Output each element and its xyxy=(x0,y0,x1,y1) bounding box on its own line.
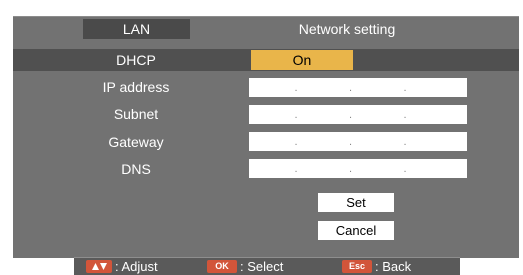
ip-octet-1: . xyxy=(294,82,298,94)
gateway-label: Gateway xyxy=(108,134,164,150)
subnet-octet-2: . xyxy=(348,109,352,121)
dns-octet-1: . xyxy=(294,163,298,175)
dhcp-label: DHCP xyxy=(116,52,156,68)
gateway-field[interactable]: .... xyxy=(249,132,467,151)
adjust-hint: : Adjust xyxy=(86,258,158,275)
gateway-octet-4: . xyxy=(413,132,468,151)
dns-field[interactable]: .... xyxy=(249,159,467,178)
page-title: Network setting xyxy=(298,21,396,37)
esc-key-icon: Esc xyxy=(342,260,372,273)
ip-address-field[interactable]: .... xyxy=(249,78,467,97)
dns-octet-2: . xyxy=(348,163,352,175)
set-button[interactable]: Set xyxy=(318,193,394,212)
subnet-octet-1: . xyxy=(294,109,298,121)
subnet-label: Subnet xyxy=(113,106,159,122)
gateway-octet-1: . xyxy=(294,136,298,148)
ip-address-label: IP address xyxy=(102,79,170,95)
dns-octet-4: . xyxy=(413,159,468,178)
adjust-hint-label: : Adjust xyxy=(115,259,158,274)
select-hint: OK : Select xyxy=(207,258,283,275)
subnet-field[interactable]: .... xyxy=(249,105,467,124)
back-hint-label: : Back xyxy=(375,259,412,274)
dhcp-toggle[interactable]: On xyxy=(251,50,353,70)
ip-octet-3: . xyxy=(403,82,407,94)
ip-octet-2: . xyxy=(348,82,352,94)
gateway-octet-3: . xyxy=(403,136,407,148)
subnet-octet-3: . xyxy=(403,109,407,121)
subnet-octet-4: . xyxy=(413,105,468,124)
ip-octet-4: . xyxy=(413,78,468,97)
dns-label: DNS xyxy=(121,161,151,177)
tab-lan[interactable]: LAN xyxy=(83,19,190,39)
up-down-arrows-icon xyxy=(86,260,112,273)
back-hint: Esc : Back xyxy=(342,258,411,275)
select-hint-label: : Select xyxy=(240,259,284,274)
cancel-button[interactable]: Cancel xyxy=(318,221,394,240)
footer-hints: : Adjust OK : Select Esc : Back xyxy=(74,257,460,275)
gateway-octet-2: . xyxy=(348,136,352,148)
ok-key-icon: OK xyxy=(207,260,237,273)
dns-octet-3: . xyxy=(403,163,407,175)
